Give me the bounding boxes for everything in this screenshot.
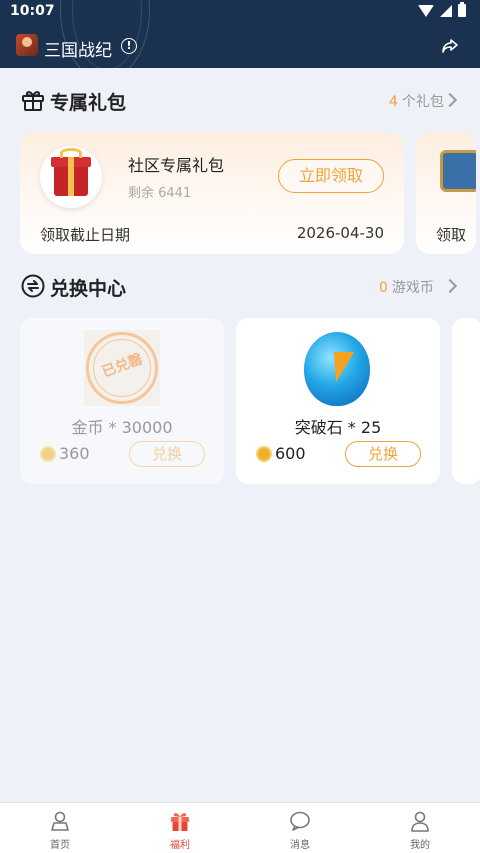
coins-balance: 0 bbox=[379, 280, 388, 296]
deadline-label: 领取 bbox=[436, 226, 467, 244]
gift-section-icon bbox=[22, 91, 44, 111]
exchange-button[interactable]: 兑换 bbox=[345, 441, 421, 467]
chevron-right-icon[interactable] bbox=[442, 278, 458, 294]
exchange-item-card[interactable]: 突破石 * 25 600 兑换 bbox=[236, 318, 440, 484]
nav-label: 福利 bbox=[170, 840, 190, 851]
coins-suffix: 游戏币 bbox=[391, 280, 434, 296]
gift-card-next[interactable]: 领取 bbox=[416, 132, 476, 254]
share-icon[interactable] bbox=[440, 36, 460, 56]
gifts-count: 4 bbox=[389, 94, 398, 110]
coin-icon bbox=[40, 446, 56, 462]
info-icon[interactable]: ! bbox=[121, 38, 137, 54]
item-name: 突破石 * 25 bbox=[294, 418, 382, 437]
exchange-section-icon bbox=[21, 274, 45, 298]
deadline-label: 领取截止日期 bbox=[40, 226, 131, 244]
gifts-count-link[interactable]: 4 个礼包 bbox=[389, 91, 444, 111]
gift-name: 社区专属礼包 bbox=[128, 156, 225, 175]
page-title: 三国战纪 bbox=[44, 41, 112, 61]
bottom-nav: 首页 福利 消息 我的 bbox=[0, 802, 480, 853]
nav-home[interactable]: 首页 bbox=[0, 803, 120, 853]
chest-icon bbox=[440, 150, 476, 192]
coin-icon bbox=[256, 446, 272, 462]
nav-welfare[interactable]: 福利 bbox=[120, 803, 240, 853]
gift-card[interactable]: 社区专属礼包 剩余 6441 立即领取 领取截止日期 2026-04-30 bbox=[20, 132, 404, 254]
exchange-button[interactable]: 兑换 bbox=[129, 441, 205, 467]
signal-icon bbox=[440, 4, 452, 17]
gift-icon bbox=[171, 813, 189, 831]
claim-button[interactable]: 立即领取 bbox=[278, 159, 384, 193]
user-icon bbox=[411, 811, 429, 832]
nav-messages[interactable]: 消息 bbox=[240, 803, 360, 853]
nav-profile[interactable]: 我的 bbox=[360, 803, 480, 853]
app-header: 10:07 三国战纪 ! bbox=[0, 0, 480, 68]
wifi-icon bbox=[418, 4, 434, 17]
gifts-section-title: 专属礼包 bbox=[50, 92, 127, 114]
nav-label: 消息 bbox=[290, 840, 310, 851]
deadline-date: 2026-04-30 bbox=[296, 224, 384, 242]
chat-icon bbox=[290, 811, 310, 831]
status-icons bbox=[418, 2, 466, 17]
nav-label: 首页 bbox=[50, 840, 70, 851]
battery-icon bbox=[458, 2, 466, 17]
nav-label: 我的 bbox=[410, 840, 430, 851]
item-price: 600 bbox=[275, 444, 306, 463]
exchange-section-title: 兑换中心 bbox=[50, 278, 127, 300]
exchange-item-card[interactable]: 已兑罄 金币 * 30000 360 兑换 bbox=[20, 318, 224, 484]
gift-remaining: 剩余 6441 bbox=[128, 186, 192, 201]
chevron-right-icon[interactable] bbox=[442, 92, 458, 108]
gifts-count-suffix: 个礼包 bbox=[401, 94, 444, 110]
breakthrough-stone-icon bbox=[300, 330, 376, 406]
game-avatar[interactable] bbox=[16, 34, 38, 56]
item-price: 360 bbox=[59, 444, 90, 463]
status-time: 10:07 bbox=[10, 3, 55, 19]
exchange-item-card-next[interactable] bbox=[452, 318, 480, 484]
item-name: 金币 * 30000 bbox=[71, 418, 173, 437]
redeemed-stamp-icon: 已兑罄 bbox=[84, 330, 160, 406]
gift-box-icon bbox=[40, 146, 102, 208]
coins-balance-link[interactable]: 0 游戏币 bbox=[379, 277, 434, 297]
home-icon bbox=[51, 811, 69, 831]
